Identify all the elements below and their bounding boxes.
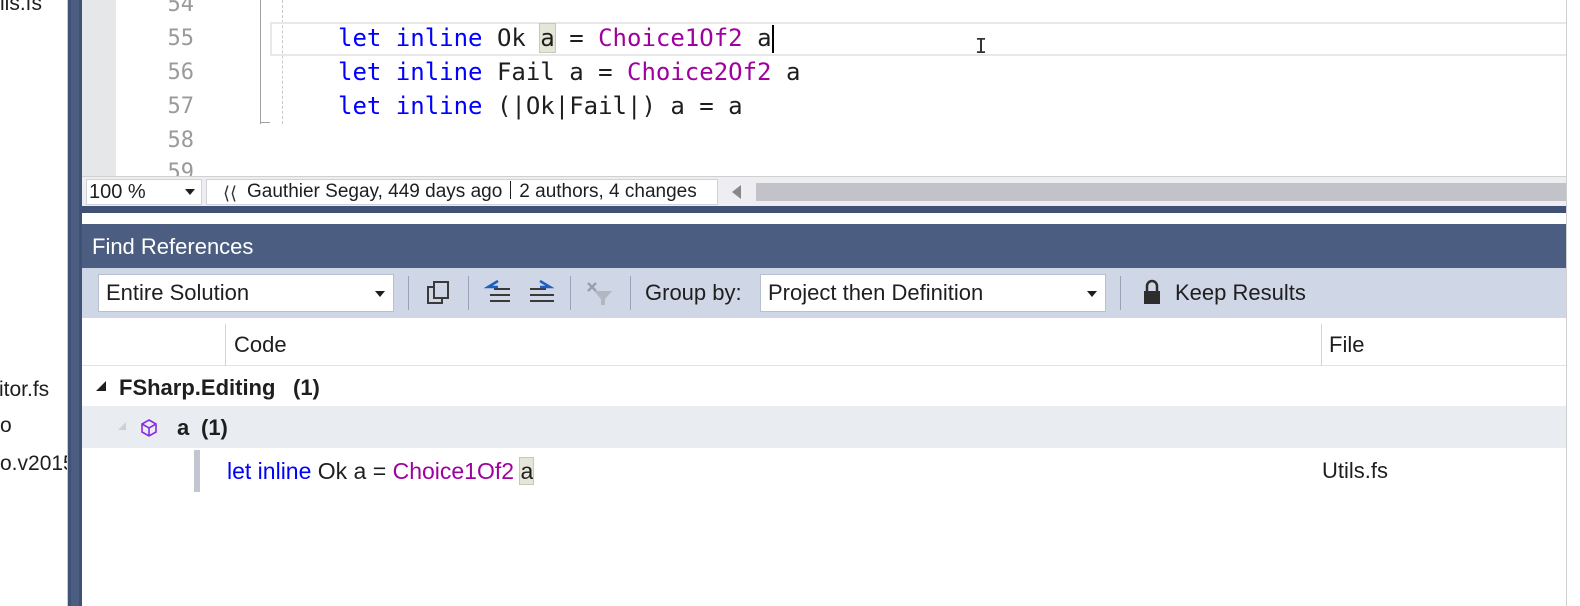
solution-item[interactable]: itor.fs bbox=[0, 378, 49, 402]
result-indicator bbox=[194, 450, 200, 492]
group-by-value: Project then Definition bbox=[768, 280, 984, 305]
line-number: 58 bbox=[167, 128, 195, 153]
highlighted-reference: a bbox=[519, 457, 535, 485]
next-location-icon[interactable] bbox=[526, 277, 558, 309]
result-code: let inline Ok a = Choice1Of2 a bbox=[227, 457, 535, 485]
window-edge bbox=[1566, 0, 1580, 606]
argument: a bbox=[771, 58, 801, 86]
blame-stats[interactable]: 2 authors, 4 changes bbox=[519, 181, 696, 202]
previous-location-icon[interactable] bbox=[482, 277, 514, 309]
function-name: Choice2Of2 bbox=[627, 58, 772, 86]
solution-item[interactable]: o bbox=[0, 414, 12, 438]
solution-explorer-panel: ils.fs itor.fs o o.v2015 bbox=[0, 0, 68, 606]
code-text: (|Ok|Fail|) a = a bbox=[482, 92, 743, 120]
copy-icon[interactable] bbox=[422, 277, 454, 309]
code-line-57[interactable]: let inline (|Ok|Fail|) a = a bbox=[338, 92, 743, 120]
identifier: Fail a = bbox=[482, 58, 627, 86]
line-number: 56 bbox=[167, 60, 195, 85]
group-by-dropdown[interactable]: Project then Definition bbox=[760, 274, 1106, 312]
blame-author[interactable]: Gauthier Segay, 449 days ago bbox=[247, 181, 502, 202]
keyword: let inline bbox=[338, 92, 483, 120]
outlining-guide bbox=[260, 0, 261, 124]
outlining-end bbox=[260, 122, 270, 123]
function-name: Choice1Of2 bbox=[392, 458, 515, 484]
result-file: Utils.fs bbox=[1322, 458, 1388, 483]
results-list[interactable]: Code File FSharp.Editing (1) a (1) let i… bbox=[82, 318, 1580, 606]
toolbar-separator bbox=[630, 276, 631, 310]
find-references-title-bar: Find References bbox=[82, 224, 1580, 268]
window-splitter[interactable] bbox=[68, 0, 82, 606]
project-name: FSharp.Editing bbox=[119, 375, 276, 400]
ibeam-cursor-icon: I bbox=[975, 34, 988, 58]
file-column-header[interactable]: File bbox=[1329, 332, 1364, 358]
indent-guide bbox=[282, 0, 283, 124]
chevron-down-icon bbox=[185, 189, 195, 195]
chevron-down-icon bbox=[1087, 291, 1097, 297]
scope-value: Entire Solution bbox=[106, 280, 250, 305]
toolbar-separator bbox=[570, 276, 571, 310]
zoom-dropdown[interactable]: 100 % bbox=[86, 179, 202, 205]
code-column-header[interactable]: Code bbox=[234, 332, 287, 358]
lock-icon[interactable] bbox=[1136, 277, 1168, 309]
separator bbox=[510, 181, 512, 199]
line-number: 55 bbox=[167, 26, 195, 51]
identifier: Ok bbox=[482, 24, 541, 52]
keep-results-button[interactable]: Keep Results bbox=[1175, 280, 1306, 306]
group-by-label: Group by: bbox=[645, 280, 742, 305]
clear-filter-icon[interactable] bbox=[584, 277, 616, 309]
horizontal-scrollbar-thumb[interactable] bbox=[756, 183, 1580, 201]
solution-item[interactable]: o.v2015 bbox=[0, 452, 67, 476]
operator: = bbox=[554, 24, 599, 52]
panel-splitter[interactable] bbox=[82, 206, 1580, 224]
column-divider[interactable] bbox=[1321, 324, 1322, 366]
keyword: let inline bbox=[227, 458, 312, 484]
line-number: 54 bbox=[167, 0, 195, 17]
function-name: Choice1Of2 bbox=[598, 24, 743, 52]
find-references-toolbar: Entire Solution Group by: Project then D… bbox=[82, 268, 1580, 318]
line-number: 57 bbox=[167, 94, 195, 119]
code-editor[interactable]: 54 55 56 57 58 59 let inline Ok a = Choi… bbox=[82, 0, 1580, 176]
expanded-triangle-icon[interactable] bbox=[96, 381, 106, 391]
symbol-name: a bbox=[177, 415, 190, 440]
git-blame-info[interactable]: ⟨⟨ Gauthier Segay, 449 days ago 2 authors… bbox=[206, 179, 718, 205]
scroll-left-icon[interactable] bbox=[732, 185, 741, 199]
symbol-group-row[interactable]: a (1) bbox=[82, 406, 1580, 448]
chevron-down-icon bbox=[375, 291, 385, 297]
line-number: 59 bbox=[167, 160, 195, 176]
code-text: Ok a = bbox=[311, 458, 393, 484]
code-line-56[interactable]: let inline Fail a = Choice2Of2 a bbox=[338, 58, 800, 86]
zoom-value: 100 % bbox=[89, 181, 146, 203]
column-header: Code File bbox=[82, 318, 1580, 366]
toolbar-separator bbox=[468, 276, 469, 310]
text-caret bbox=[771, 25, 774, 53]
reference-result-row[interactable]: let inline Ok a = Choice1Of2 a Utils.fs bbox=[82, 450, 1580, 492]
code-line-55[interactable]: let inline Ok a = Choice1Of2 a bbox=[338, 23, 774, 53]
highlighted-reference: a bbox=[539, 23, 556, 53]
expanded-triangle-icon[interactable] bbox=[118, 422, 126, 430]
column-divider[interactable] bbox=[225, 324, 226, 366]
keyword: let inline bbox=[338, 58, 483, 86]
codelens-chevron-icon: ⟨⟨ bbox=[223, 183, 238, 203]
project-count: (1) bbox=[293, 375, 320, 400]
panel-title: Find References bbox=[92, 234, 254, 259]
solution-item[interactable]: ils.fs bbox=[0, 0, 42, 16]
symbol-count: (1) bbox=[201, 415, 228, 440]
toolbar-separator bbox=[1120, 276, 1121, 310]
selection-margin[interactable] bbox=[82, 0, 116, 176]
project-group-row[interactable]: FSharp.Editing (1) bbox=[82, 368, 1580, 406]
symbol-cube-icon bbox=[141, 419, 157, 437]
argument: a bbox=[757, 24, 772, 52]
scope-dropdown[interactable]: Entire Solution bbox=[98, 274, 394, 312]
keyword: let inline bbox=[338, 24, 483, 52]
editor-status-bar: 100 % ⟨⟨ Gauthier Segay, 449 days ago 2 a… bbox=[82, 176, 1580, 206]
toolbar-separator bbox=[408, 276, 409, 310]
